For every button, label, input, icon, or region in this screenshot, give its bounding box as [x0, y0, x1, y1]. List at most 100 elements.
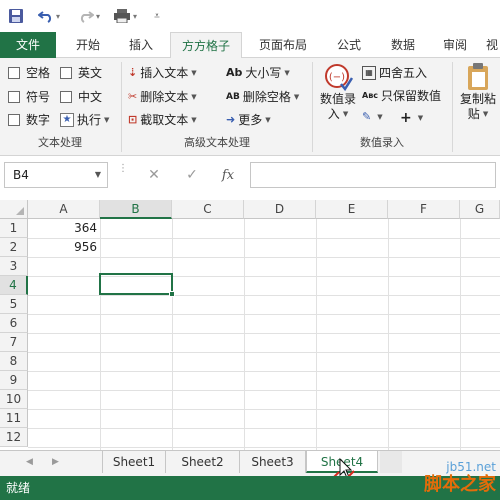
select-all-button[interactable]: [0, 200, 28, 219]
worksheet-grid: A B C D E F G 1 2 3 4 5 6 7 8 9 10 11 12…: [0, 200, 500, 450]
insert-text-button[interactable]: ⇣ 插入文本 ▼: [128, 64, 197, 81]
column-header-e[interactable]: E: [316, 200, 388, 219]
row-header-3[interactable]: 3: [0, 257, 28, 276]
cell-a1[interactable]: 364: [28, 219, 100, 238]
round-button[interactable]: ▦ 四舍五入: [362, 64, 427, 81]
copy-paste-label-2: 贴: [467, 107, 480, 121]
next-sheet-icon[interactable]: ▶: [52, 457, 59, 467]
more-label: 更多: [238, 113, 263, 127]
copy-paste-button[interactable]: 复制粘 贴 ▼: [456, 62, 500, 122]
digit-checkbox[interactable]: 数字: [8, 111, 50, 128]
more-button[interactable]: ➜ 更多 ▼: [226, 111, 271, 128]
gridline: [244, 219, 245, 450]
space-checkbox[interactable]: 空格: [8, 64, 50, 81]
column-header-d[interactable]: D: [244, 200, 316, 219]
row-header-10[interactable]: 10: [0, 390, 28, 409]
cancel-icon[interactable]: ✕: [142, 164, 166, 186]
chinese-checkbox[interactable]: 中文: [60, 88, 102, 105]
redo-icon[interactable]: ▾: [74, 6, 104, 26]
redo-dropdown-icon[interactable]: ▾: [96, 12, 100, 21]
row-header-5[interactable]: 5: [0, 295, 28, 314]
add-sheet-button[interactable]: [380, 451, 402, 473]
chevron-down-icon: ▼: [191, 68, 197, 77]
undo-icon[interactable]: ▾: [34, 6, 64, 26]
round-icon: ▦: [362, 65, 376, 80]
insert-text-label: 插入文本: [140, 66, 189, 80]
sheet-tab-3[interactable]: Sheet3: [240, 451, 306, 473]
undo-dropdown-icon[interactable]: ▾: [56, 12, 60, 21]
extract-text-label: 截取文本: [140, 113, 189, 127]
row-header-2[interactable]: 2: [0, 238, 28, 257]
delete-space-label: 删除空格: [242, 90, 291, 104]
row-header-12[interactable]: 12: [0, 428, 28, 447]
row-header-6[interactable]: 6: [0, 314, 28, 333]
text-group-label: 文本处理: [38, 136, 82, 149]
gridline: [28, 352, 500, 353]
chevron-down-icon[interactable]: ▼: [95, 163, 101, 187]
checkbox-icon: [60, 66, 72, 79]
sheet-tab-2[interactable]: Sheet2: [166, 451, 240, 473]
tab-page-layout[interactable]: 页面布局: [248, 32, 318, 58]
fill-handle[interactable]: [169, 291, 175, 297]
cell-a2[interactable]: 956: [28, 238, 100, 257]
customize-icon[interactable]: ⩡: [150, 6, 164, 26]
tab-data[interactable]: 数据: [378, 32, 428, 58]
gridline: [100, 219, 101, 450]
tab-insert[interactable]: 插入: [116, 32, 166, 58]
value-entry-button[interactable]: (−) 数值录 入 ▼: [316, 62, 360, 122]
save-icon[interactable]: [6, 6, 26, 26]
edit-dropdown[interactable]: ✎ ▼: [362, 110, 383, 123]
column-header-b[interactable]: B: [100, 200, 172, 219]
advanced-group-label: 高级文本处理: [184, 136, 250, 149]
tab-view[interactable]: 视: [484, 32, 500, 58]
column-header-a[interactable]: A: [28, 200, 100, 219]
round-label: 四舍五入: [379, 66, 428, 80]
keep-value-button[interactable]: Aʙc 只保留数值: [362, 87, 441, 104]
row-header-4[interactable]: 4: [0, 276, 28, 295]
print-icon[interactable]: ▾: [110, 6, 140, 26]
row-header-1[interactable]: 1: [0, 219, 28, 238]
tab-home[interactable]: 开始: [60, 32, 116, 58]
delete-text-button[interactable]: ✂ 删除文本 ▼: [128, 88, 197, 105]
column-header-f[interactable]: F: [388, 200, 460, 219]
gridline: [28, 409, 500, 410]
case-button[interactable]: Ab 大小写 ▼: [226, 64, 290, 81]
chevron-down-icon: ▼: [293, 92, 300, 101]
active-cell-b4[interactable]: [99, 273, 173, 295]
print-dropdown-icon[interactable]: ▾: [133, 12, 137, 21]
gridline: [28, 447, 500, 448]
formula-input[interactable]: [250, 162, 496, 188]
space-label: 空格: [26, 66, 51, 80]
ribbon-tabs: 文件 开始 插入 方方格子 页面布局 公式 数据 审阅 视: [0, 32, 500, 59]
formula-bar: B4 ▼ ⋮ ✕ ✓ fx: [0, 156, 500, 200]
prev-sheet-icon[interactable]: ◀: [26, 457, 33, 467]
chevron-down-icon: ▼: [342, 110, 349, 118]
tab-review[interactable]: 审阅: [430, 32, 480, 58]
chinese-label: 中文: [78, 90, 103, 104]
tab-file[interactable]: 文件: [0, 32, 56, 58]
execute-button[interactable]: ★ 执行 ▼: [60, 111, 109, 128]
row-header-8[interactable]: 8: [0, 352, 28, 371]
insert-function-button[interactable]: fx: [216, 164, 240, 186]
enter-icon[interactable]: ✓: [180, 164, 204, 186]
tab-formulas[interactable]: 公式: [324, 32, 374, 58]
row-header-11[interactable]: 11: [0, 409, 28, 428]
name-box[interactable]: B4 ▼: [4, 162, 108, 188]
extract-text-button[interactable]: ⊡ 截取文本 ▼: [128, 111, 197, 128]
sheet-tab-1[interactable]: Sheet1: [102, 451, 166, 473]
value-entry-label-2: 入: [327, 107, 340, 121]
row-header-7[interactable]: 7: [0, 333, 28, 352]
delete-space-button[interactable]: AB 删除空格 ▼: [226, 88, 299, 105]
english-checkbox[interactable]: 英文: [60, 64, 102, 81]
delete-text-label: 删除文本: [140, 90, 189, 104]
drag-handle-icon[interactable]: ⋮: [118, 164, 128, 184]
symbol-checkbox[interactable]: 符号: [8, 88, 50, 105]
chevron-down-icon: ▼: [191, 115, 197, 124]
star-icon: ★: [60, 112, 74, 127]
row-header-9[interactable]: 9: [0, 371, 28, 390]
plus-dropdown[interactable]: + ▼: [400, 110, 423, 126]
tab-fangfang[interactable]: 方方格子: [170, 32, 242, 59]
column-header-c[interactable]: C: [172, 200, 244, 219]
column-header-g[interactable]: G: [460, 200, 500, 219]
arrow-right-icon: ➜: [226, 113, 236, 126]
